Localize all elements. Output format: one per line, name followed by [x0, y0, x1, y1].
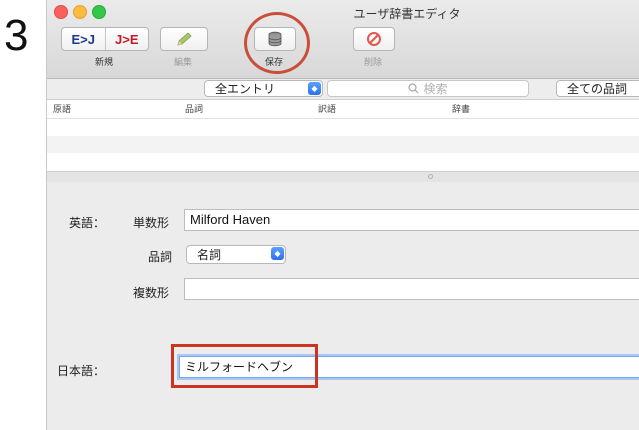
list-row[interactable] — [47, 119, 639, 136]
plural-field[interactable] — [184, 278, 639, 300]
entry-filter-popup[interactable]: 全エントリ ◆ — [204, 80, 323, 97]
window-title: ユーザ辞書エディタ — [353, 7, 461, 21]
column-header-dictionary[interactable]: 辞書 — [452, 102, 470, 115]
column-header-pos[interactable]: 品詞 — [185, 102, 203, 115]
pos-filter-value: 全ての品詞 — [567, 82, 628, 96]
delete-label: 削除 — [363, 58, 382, 68]
new-ej-button[interactable]: E>J — [62, 28, 106, 50]
entry-filter-value: 全エントリ — [215, 82, 276, 96]
save-annotation-circle — [244, 12, 310, 74]
minimize-window-button[interactable] — [73, 5, 87, 19]
close-window-button[interactable] — [54, 5, 68, 19]
pos-filter-popup[interactable]: 全ての品詞 — [556, 80, 639, 97]
pos-select[interactable]: 名詞 ◆ — [186, 245, 286, 264]
step-number: 3 — [4, 11, 29, 60]
japanese-label: 日本語： — [57, 364, 106, 378]
pos-label: 品詞 — [148, 250, 173, 264]
entry-form: 英語： 単数形 Milford Haven 品詞 名詞 ◆ 複数形 日本語： ミ… — [47, 182, 639, 430]
popup-arrows-icon: ◆ — [308, 82, 321, 95]
pos-select-value: 名詞 — [197, 248, 222, 262]
edit-label: 編集 — [173, 58, 192, 68]
user-dictionary-editor-window: ユーザ辞書エディタ E>J J>E 新規 編集 保存 削除 全エントリ ◆ 検索… — [46, 0, 639, 430]
plural-label: 複数形 — [133, 286, 170, 300]
edit-button[interactable] — [160, 27, 208, 51]
zoom-window-button[interactable] — [92, 5, 106, 19]
prohibited-icon — [367, 32, 381, 46]
delete-button[interactable] — [353, 27, 395, 51]
new-je-button[interactable]: J>E — [106, 28, 149, 50]
new-entry-segmented-button[interactable]: E>J J>E — [61, 27, 149, 51]
singular-field[interactable]: Milford Haven — [184, 209, 639, 231]
column-header-translation[interactable]: 訳語 — [318, 102, 336, 115]
english-label: 英語： — [69, 216, 106, 230]
list-row[interactable] — [47, 136, 639, 153]
divider-handle-icon — [428, 174, 433, 179]
japanese-annotation-box — [171, 344, 318, 388]
new-label: 新規 — [94, 58, 113, 68]
filter-bar: 全エントリ ◆ 検索 全ての品詞 — [47, 79, 639, 100]
search-placeholder: 検索 — [423, 82, 448, 96]
toolbar: ユーザ辞書エディタ E>J J>E 新規 編集 保存 削除 — [47, 0, 639, 79]
entry-list[interactable] — [47, 119, 639, 171]
pencil-icon — [177, 32, 192, 46]
list-row[interactable] — [47, 153, 639, 170]
popup-arrows-icon: ◆ — [271, 247, 284, 260]
column-header-source[interactable]: 原語 — [53, 102, 71, 115]
search-icon — [408, 83, 419, 94]
singular-label: 単数形 — [133, 216, 170, 230]
entry-list-header: 原語 品詞 訳語 辞書 — [47, 100, 639, 119]
search-input[interactable]: 検索 — [327, 80, 529, 97]
